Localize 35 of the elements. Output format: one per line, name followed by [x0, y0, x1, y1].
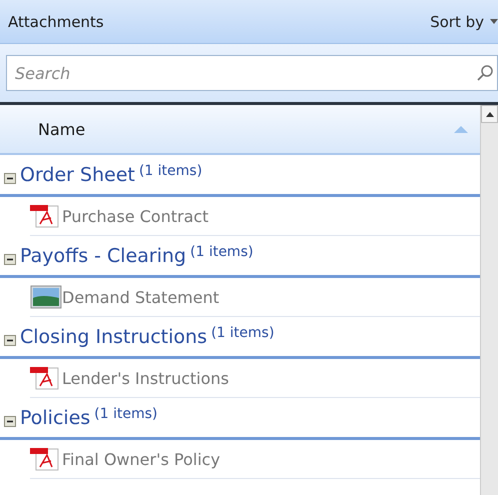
file-row[interactable]: Demand Statement	[30, 278, 480, 317]
up-arrow-icon	[486, 112, 494, 116]
collapse-icon[interactable]	[4, 254, 16, 265]
scroll-up-button[interactable]	[481, 105, 498, 123]
file-name: Demand Statement	[62, 288, 220, 306]
collapse-icon[interactable]	[4, 335, 16, 346]
group-name: Closing Instructions	[20, 326, 208, 348]
item-count: (1 items)	[94, 406, 158, 422]
sort-button[interactable]: Sort by	[426, 12, 498, 30]
column-label: Name	[38, 120, 86, 138]
item-count: (1 items)	[138, 163, 202, 179]
panel-title: Attachments	[8, 12, 104, 30]
item-count: (1 items)	[190, 244, 254, 260]
caret-icon	[490, 18, 498, 24]
group-row[interactable]: Policies (1 items)	[0, 398, 480, 440]
group-name: Policies	[20, 406, 90, 428]
image-file-icon	[30, 285, 62, 309]
group-name: Order Sheet	[20, 164, 135, 186]
group-row[interactable]: Payoffs - Clearing (1 items)	[0, 236, 480, 278]
file-row[interactable]: Purchase Contract	[30, 197, 480, 236]
item-count: (1 items)	[211, 325, 274, 341]
group-row[interactable]: Closing Instructions (1 items)	[0, 317, 480, 359]
group-name: Payoffs - Clearing	[20, 244, 186, 266]
collapse-icon[interactable]	[4, 173, 16, 184]
collapse-icon[interactable]	[4, 416, 16, 427]
scrollbar[interactable]	[480, 105, 498, 495]
search-icon[interactable]	[476, 64, 494, 82]
file-name: Final Owner's Policy	[62, 450, 220, 468]
column-header[interactable]: Name	[0, 105, 480, 155]
file-name: Purchase Contract	[62, 206, 209, 226]
file-row[interactable]: Lender's Instructions	[30, 359, 480, 398]
group-row[interactable]: Order Sheet (1 items)	[0, 155, 480, 197]
file-row[interactable]: Final Owner's Policy	[30, 440, 480, 479]
search-field[interactable]: Search	[6, 55, 498, 91]
file-name: Lender's Instructions	[62, 368, 229, 388]
